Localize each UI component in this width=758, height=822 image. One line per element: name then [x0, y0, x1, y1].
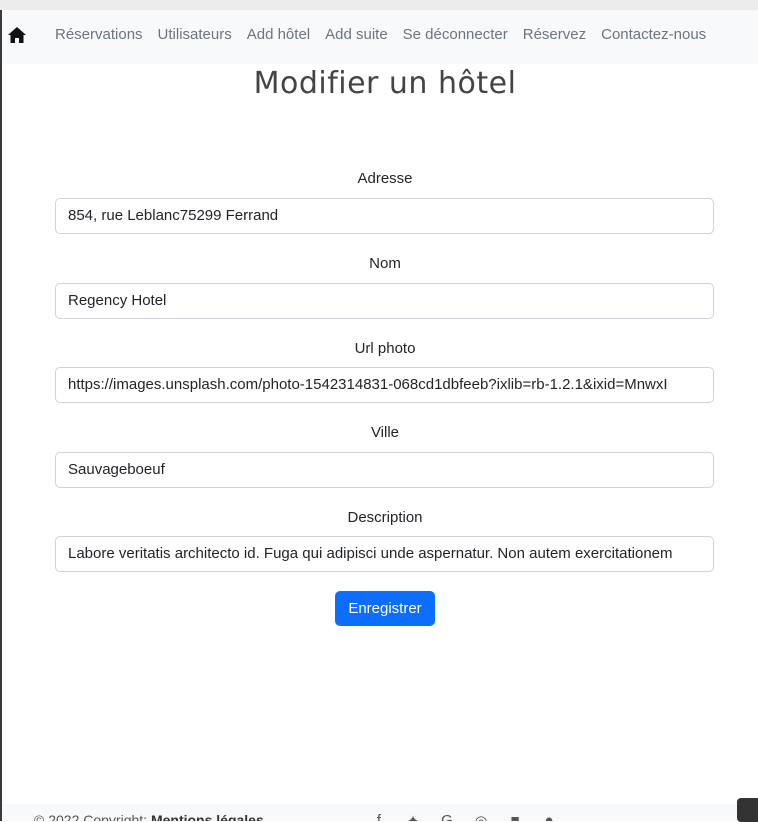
copyright-text: © 2022 Copyright: — [34, 812, 148, 821]
corner-widget-icon[interactable] — [737, 798, 758, 822]
nav-link-contact[interactable]: Contactez-nous — [601, 26, 706, 43]
footer: © 2022 Copyright: Mentions légales f ✦ G… — [2, 804, 758, 821]
ville-field[interactable]: Sauvageboeuf — [55, 452, 714, 488]
save-button[interactable]: Enregistrer — [335, 591, 435, 626]
nom-field[interactable]: Regency Hotel — [55, 283, 714, 319]
photo-url-field[interactable]: https://images.unsplash.com/photo-154231… — [55, 367, 714, 403]
facebook-icon[interactable]: f — [372, 812, 386, 821]
social-links: f ✦ G ◎ ■ ● — [372, 812, 556, 821]
nom-label: Nom — [369, 255, 401, 272]
page-title: Modifier un hôtel — [253, 66, 517, 101]
nav-link-add-hotel[interactable]: Add hôtel — [247, 26, 310, 43]
adresse-label: Adresse — [357, 170, 413, 187]
photo-url-label: Url photo — [354, 340, 416, 357]
nav-link-reservations[interactable]: Réservations — [55, 26, 143, 43]
home-icon[interactable] — [7, 25, 27, 45]
nav-link-logout[interactable]: Se déconnecter — [403, 26, 508, 43]
window-edge — [0, 10, 2, 821]
github-icon[interactable]: ● — [542, 812, 556, 821]
nav-link-add-suite[interactable]: Add suite — [325, 26, 388, 43]
nav-link-utilisateurs[interactable]: Utilisateurs — [158, 26, 232, 43]
twitter-icon[interactable]: ✦ — [406, 812, 420, 821]
ville-label: Ville — [370, 424, 400, 441]
nav-link-reservez[interactable]: Réservez — [523, 26, 586, 43]
google-icon[interactable]: G — [440, 812, 454, 821]
description-label: Description — [347, 509, 423, 526]
legal-link[interactable]: Mentions légales — [151, 812, 264, 821]
instagram-icon[interactable]: ◎ — [474, 812, 488, 821]
adresse-field[interactable]: 854, rue Leblanc75299 Ferrand — [55, 198, 714, 234]
description-field[interactable]: Labore veritatis architecto id. Fuga qui… — [55, 536, 714, 572]
linkedin-icon[interactable]: ■ — [508, 812, 522, 821]
top-strip — [0, 0, 758, 10]
nav-links: Réservations Utilisateurs Add hôtel Add … — [55, 26, 706, 43]
copyright: © 2022 Copyright: Mentions légales — [34, 812, 264, 821]
